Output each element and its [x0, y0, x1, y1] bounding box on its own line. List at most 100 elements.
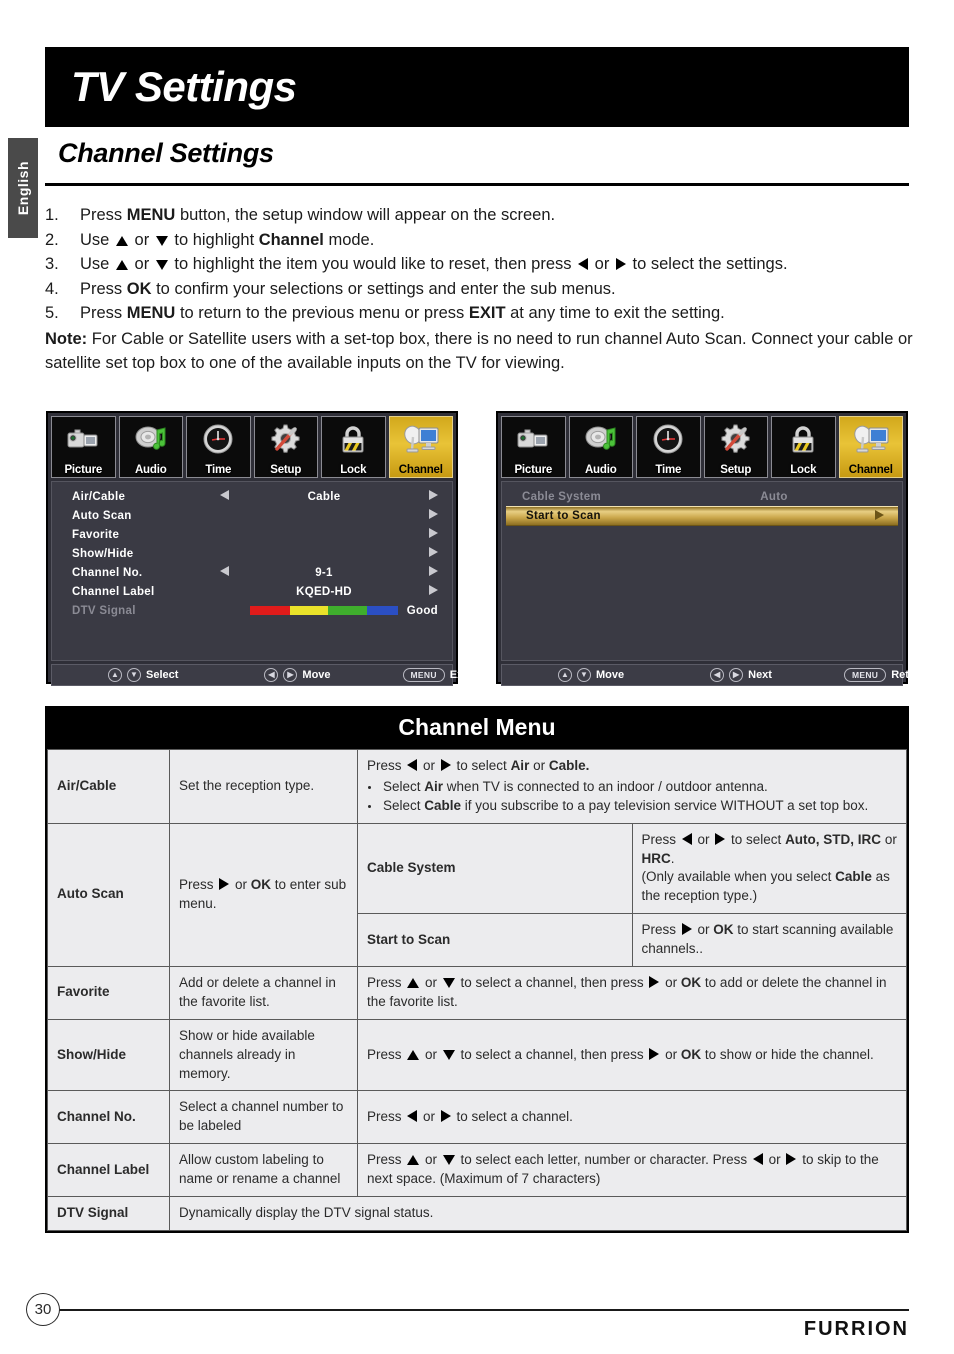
step-number: 3. — [45, 255, 59, 274]
menu-key-icon[interactable]: MENU — [402, 668, 445, 682]
osd-hint-next: ◀ ▶ Next — [710, 668, 772, 682]
table-row: Favorite Add or delete a channel in the f… — [47, 966, 907, 1020]
step-text: Press MENU to return to the previous men… — [80, 304, 725, 323]
osd-row-label: Start to Scan — [526, 510, 601, 522]
osd-row-value: Auto — [760, 490, 788, 503]
table-title: Channel Menu — [47, 708, 907, 749]
camcorder-icon — [502, 420, 565, 458]
osd-right-arrow-icon[interactable] — [404, 585, 438, 598]
osd-menu-row[interactable]: Start to Scan — [506, 506, 898, 526]
section-title: Channel Settings — [58, 138, 274, 168]
language-tab: English — [8, 138, 38, 238]
osd-tab-channel[interactable]: Channel — [388, 416, 453, 478]
table-cell-detail: Press or to select a channel, then press… — [357, 966, 907, 1020]
table-cell-subkey: Cable System — [357, 822, 633, 915]
osd-menu-row[interactable]: Channel Label KQED-HD — [52, 582, 452, 601]
down-key-icon[interactable]: ▼ — [577, 668, 591, 682]
osd-menu-row[interactable]: Auto Scan — [52, 506, 452, 525]
osd-tab-lock[interactable]: Lock — [771, 416, 836, 478]
instruction-step: 2. Use or to highlight Channel mode. — [45, 228, 915, 253]
osd-tab-time[interactable]: Time — [186, 416, 251, 478]
note-paragraph: Note: For Cable or Satellite users with … — [45, 329, 913, 373]
osd-left-arrow-icon[interactable] — [204, 490, 244, 503]
osd-hint-bar-left: ▲ ▼ Select ◀ ▶ Move MENU Exit — [51, 664, 470, 686]
osd-tab-channel[interactable]: Channel — [838, 416, 903, 478]
left-key-icon[interactable]: ◀ — [710, 668, 725, 682]
osd-hint-label: Exit — [449, 669, 470, 681]
osd-tab-label: Audio — [134, 464, 167, 476]
osd-hint-bar-right: ▲ ▼ Move ◀ ▶ Next MENU Return — [501, 664, 927, 686]
osd-tab-time[interactable]: Time — [636, 416, 701, 478]
page-title-bar: TV Settings — [45, 47, 909, 127]
table-cell-key: Show/Hide — [47, 1018, 170, 1092]
osd-right-arrow-icon[interactable] — [404, 509, 438, 522]
step-text: Use or to highlight Channel mode. — [80, 230, 375, 249]
satellite-tv-icon — [840, 420, 903, 458]
table-cell-detail: Press or to select each letter, number o… — [357, 1143, 907, 1198]
osd-tab-picture[interactable]: Picture — [51, 416, 116, 478]
osd-hint-select: ▲ ▼ Select — [108, 668, 178, 682]
osd-left-arrow-icon[interactable] — [204, 566, 244, 579]
step-number: 1. — [45, 206, 59, 224]
osd-right-arrow-icon[interactable]: Good — [404, 605, 438, 617]
osd-tab-label: Lock — [340, 464, 367, 476]
osd-hint-move: ◀ ▶ Move — [264, 668, 331, 682]
osd-tab-setup[interactable]: Setup — [253, 416, 318, 478]
osd-hint-label: Select — [146, 669, 179, 681]
osd-menu-row[interactable]: Favorite — [52, 525, 452, 544]
gear-screwdriver-icon — [705, 420, 768, 458]
osd-row-label: Auto Scan — [72, 509, 132, 522]
osd-right-arrow-icon[interactable] — [404, 490, 438, 503]
osd-right-arrow-icon[interactable] — [850, 509, 884, 523]
right-key-icon[interactable]: ▶ — [729, 668, 744, 682]
table-cell-detail: Press or to select a channel, then press… — [357, 1018, 907, 1092]
speaker-note-icon — [120, 420, 183, 458]
osd-row-value: Cable — [307, 490, 341, 503]
osd-right-arrow-icon[interactable] — [404, 528, 438, 541]
table-body: Air/Cable Set the reception type. Press or… — [47, 749, 907, 1231]
osd-tab-setup[interactable]: Setup — [703, 416, 768, 478]
osd-screenshot-auto-scan: Picture Audio Time Setup Lock Channel Cable S… — [496, 411, 927, 686]
osd-tab-audio[interactable]: Audio — [118, 416, 183, 478]
osd-menu-row[interactable]: DTV Signal Good — [52, 601, 452, 620]
instruction-step: 3. Use or to highlight the item you would… — [45, 252, 915, 277]
padlock-icon — [772, 420, 835, 458]
section-divider — [45, 183, 909, 186]
table-cell-key: Air/Cable — [47, 749, 170, 824]
table-cell-detail: Press or to select Air or Cable.Select A… — [357, 749, 907, 824]
osd-tab-lock[interactable]: Lock — [321, 416, 386, 478]
up-key-icon[interactable]: ▲ — [108, 668, 122, 682]
osd-tab-label: Audio — [584, 464, 617, 476]
osd-right-arrow-icon[interactable] — [404, 566, 438, 579]
osd-menu-row[interactable]: Air/Cable Cable — [52, 487, 452, 506]
satellite-tv-icon — [390, 420, 453, 458]
right-key-icon[interactable]: ▶ — [283, 668, 298, 682]
down-key-icon[interactable]: ▼ — [127, 668, 141, 682]
table-cell-subkey: Start to Scan — [357, 913, 633, 968]
up-key-icon[interactable]: ▲ — [558, 668, 572, 682]
osd-tab-strip: Picture Audio Time Setup Lock Channel — [501, 416, 903, 478]
osd-right-arrow-icon[interactable] — [404, 547, 438, 560]
osd-screenshot-channel-menu: Picture Audio Time Setup Lock Channel Air/Cab… — [46, 411, 470, 686]
instruction-step: 5. Press MENU to return to the previous m… — [45, 301, 915, 326]
padlock-icon — [322, 420, 385, 458]
table-cell-desc: Select a channel number to be labeled — [169, 1090, 358, 1145]
osd-menu-row[interactable]: Show/Hide — [52, 544, 452, 563]
menu-key-icon[interactable]: MENU — [843, 668, 887, 682]
table-cell-detail: Press or to select Auto, STD, IRC or HRC… — [631, 822, 907, 915]
step-text: Press MENU button, the setup window will… — [80, 206, 556, 224]
osd-tab-picture[interactable]: Picture — [501, 416, 566, 478]
table-row: DTV Signal Dynamically display the DTV si… — [47, 1196, 907, 1231]
table-cell-key: Auto Scan — [47, 822, 170, 968]
osd-tab-audio[interactable]: Audio — [568, 416, 633, 478]
osd-row-value — [244, 606, 404, 615]
osd-tab-label: Setup — [270, 464, 302, 476]
osd-row-value: KQED-HD — [296, 585, 352, 598]
language-tab-label: English — [15, 160, 31, 216]
table-cell-key: Favorite — [47, 966, 170, 1020]
left-key-icon[interactable]: ◀ — [264, 668, 279, 682]
speaker-note-icon — [570, 420, 633, 458]
osd-menu-row[interactable]: Cable System Auto — [502, 487, 902, 506]
osd-menu-row[interactable]: Channel No. 9-1 — [52, 563, 452, 582]
osd-hint-label: Next — [748, 669, 772, 681]
